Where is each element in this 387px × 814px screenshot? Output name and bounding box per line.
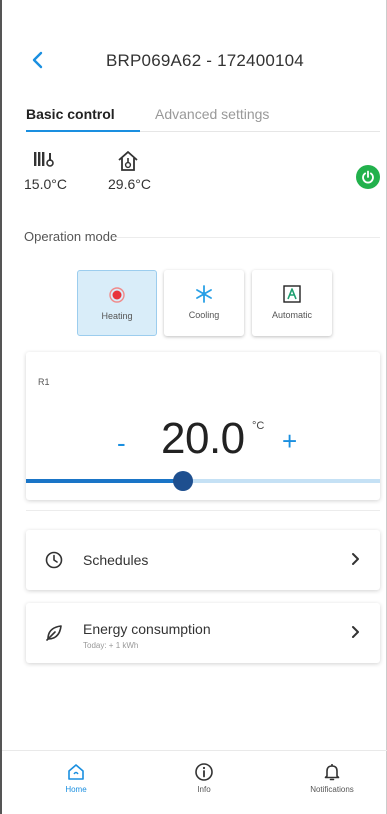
header: BRP069A62 - 172400104 (2, 44, 387, 76)
app-frame: BRP069A62 - 172400104 Basic control Adva… (0, 0, 387, 814)
mode-automatic-label: Automatic (271, 310, 313, 320)
energy-consumption-today: Today: + 1 kWh (83, 641, 139, 650)
nav-info-label: Info (197, 785, 211, 794)
outdoor-temperature-value: 15.0°C (24, 176, 67, 192)
nav-home-label: Home (65, 785, 87, 794)
outdoor-temperature: 15.0°C (24, 150, 67, 192)
mode-cooling-button[interactable]: Cooling (164, 270, 244, 336)
schedules-label: Schedules (83, 552, 149, 568)
auto-a-icon (282, 284, 302, 304)
chevron-right-icon (346, 550, 364, 568)
outdoor-temperature-icon (32, 150, 56, 172)
indoor-temperature: 29.6°C (108, 150, 151, 192)
bell-icon (322, 762, 342, 782)
clock-icon (44, 550, 64, 570)
nav-notifications[interactable]: Notifications (292, 762, 372, 794)
leaf-icon (44, 623, 64, 643)
tab-bar: Basic control Advanced settings (2, 98, 387, 138)
increase-temperature-button[interactable]: + (282, 426, 297, 457)
operation-mode-divider (112, 237, 380, 238)
temperature-slider-fill[interactable] (26, 479, 183, 483)
home-temperature-icon (116, 150, 140, 172)
home-icon (66, 762, 86, 782)
info-icon (194, 762, 214, 782)
temperature-slider-thumb[interactable] (173, 471, 193, 491)
energy-consumption-label: Energy consumption (83, 621, 211, 637)
operation-mode-label: Operation mode (24, 229, 118, 244)
energy-consumption-row[interactable]: Energy consumption Today: + 1 kWh (26, 603, 380, 663)
mode-heating-button[interactable]: Heating (77, 270, 157, 336)
tab-divider (140, 131, 380, 132)
nav-info[interactable]: Info (164, 762, 244, 794)
chevron-right-icon (346, 623, 364, 641)
power-button[interactable] (356, 165, 380, 189)
temperature-slider-track[interactable] (183, 479, 380, 483)
bottom-nav-divider (2, 750, 387, 751)
nav-home[interactable]: Home (36, 762, 116, 794)
chevron-left-icon[interactable] (26, 48, 50, 72)
zone-label: R1 (38, 377, 50, 387)
section-divider (26, 510, 380, 511)
mode-automatic-button[interactable]: Automatic (252, 270, 332, 336)
snowflake-icon (194, 284, 214, 304)
schedules-row[interactable]: Schedules (26, 530, 380, 590)
decrease-temperature-button[interactable]: - (117, 428, 126, 459)
tab-advanced-settings[interactable]: Advanced settings (155, 106, 269, 122)
mode-heating-label: Heating (101, 311, 133, 321)
tab-basic-control[interactable]: Basic control (26, 106, 115, 122)
nav-notifications-label: Notifications (310, 785, 354, 794)
page-title: BRP069A62 - 172400104 (106, 51, 304, 70)
setpoint-card: R1 - 20.0 °C + (26, 352, 380, 500)
heating-icon (107, 285, 127, 305)
indoor-temperature-value: 29.6°C (108, 176, 151, 192)
active-tab-indicator (26, 130, 140, 132)
setpoint-value: 20.0 (161, 414, 245, 463)
power-icon (361, 170, 375, 184)
setpoint-unit: °C (252, 420, 265, 432)
mode-cooling-label: Cooling (188, 310, 220, 320)
